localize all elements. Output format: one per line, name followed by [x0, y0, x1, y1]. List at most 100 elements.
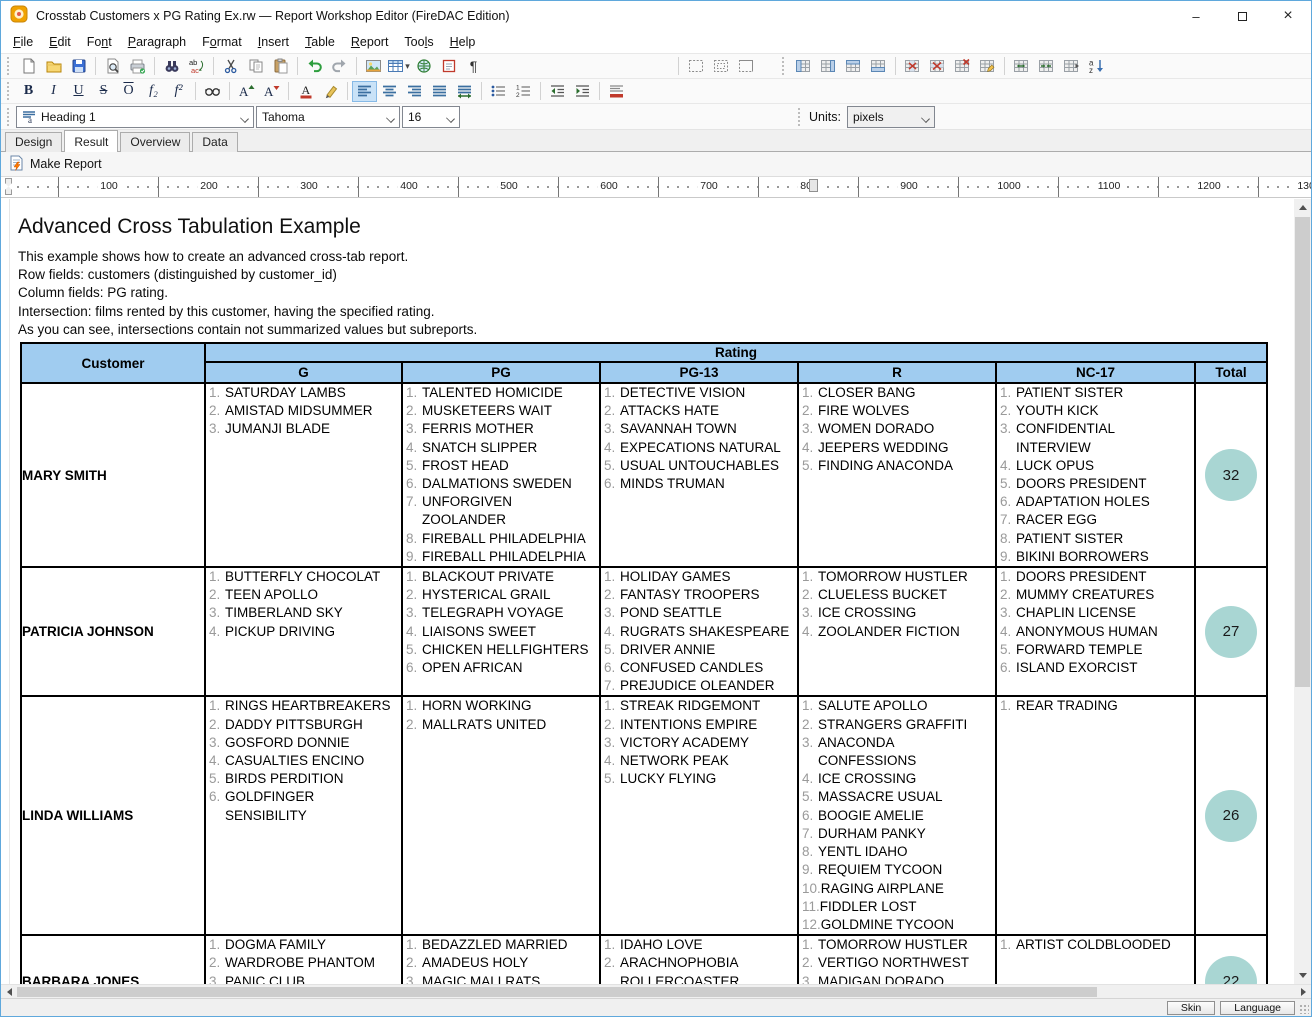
maximize-button[interactable] — [1219, 1, 1265, 31]
close-button[interactable]: × — [1265, 1, 1311, 31]
scroll-up-button[interactable] — [1294, 199, 1311, 216]
table-properties-button[interactable] — [975, 56, 1000, 77]
formatting-marks-button[interactable]: ¶ — [461, 56, 486, 77]
font-family-select[interactable]: Tahoma — [256, 106, 400, 128]
make-report-button[interactable]: Make Report — [30, 157, 102, 171]
italic-button[interactable]: I — [41, 81, 66, 102]
page-border-none-button[interactable] — [683, 56, 708, 77]
page-border-box-button[interactable] — [733, 56, 758, 77]
sort-button[interactable]: az — [1084, 56, 1109, 77]
tab-design[interactable]: Design — [5, 132, 62, 152]
menu-item-edit[interactable]: Edit — [41, 33, 79, 51]
insert-row-above-button[interactable] — [841, 56, 866, 77]
units-label: Units: — [809, 110, 841, 124]
menu-item-help[interactable]: Help — [442, 33, 484, 51]
numbered-list-button[interactable]: 12 — [511, 81, 536, 102]
bold-button[interactable]: B — [16, 81, 41, 102]
grow-font-button[interactable]: A — [234, 81, 259, 102]
hyperlink-button[interactable] — [411, 56, 436, 77]
scroll-right-button[interactable] — [1295, 985, 1311, 999]
highlight-color-button[interactable] — [318, 81, 343, 102]
delete-column-button[interactable] — [900, 56, 925, 77]
delete-row-button[interactable] — [925, 56, 950, 77]
print-button[interactable] — [125, 56, 150, 77]
undo-button[interactable] — [302, 56, 327, 77]
insert-row-below-button[interactable] — [866, 56, 891, 77]
paragraph-style-select[interactable]: a Heading 1 — [16, 106, 254, 128]
superscript-button[interactable]: f² — [166, 81, 191, 102]
align-center-button[interactable] — [377, 81, 402, 102]
underline-button[interactable]: U — [66, 81, 91, 102]
vertical-scroll-thumb[interactable] — [1295, 217, 1310, 687]
toolbar-separator — [481, 82, 482, 100]
toolbar-grip[interactable] — [7, 57, 12, 75]
decrease-indent-button[interactable] — [545, 81, 570, 102]
overline-button[interactable]: O — [116, 81, 141, 102]
film-item: 3.MAGIC MALLRATS — [403, 973, 599, 984]
font-size-select[interactable]: 16 — [402, 106, 460, 128]
minimize-button[interactable]: – — [1173, 1, 1219, 31]
toolbar-grip[interactable] — [782, 57, 787, 75]
page-border-inner-button[interactable] — [708, 56, 733, 77]
menu-item-paragraph[interactable]: Paragraph — [120, 33, 194, 51]
tab-result[interactable]: Result — [64, 130, 118, 152]
paste-button[interactable] — [268, 56, 293, 77]
new-document-button[interactable] — [16, 56, 41, 77]
menu-item-format[interactable]: Format — [194, 33, 250, 51]
tab-overview[interactable]: Overview — [120, 132, 190, 152]
menu-item-tools[interactable]: Tools — [396, 33, 441, 51]
menu-item-font[interactable]: Font — [79, 33, 120, 51]
insert-column-right-button[interactable] — [816, 56, 841, 77]
horizontal-scrollbar[interactable] — [1, 984, 1311, 998]
font-color-button[interactable]: A — [293, 81, 318, 102]
toolbar-grip[interactable] — [798, 108, 803, 126]
save-button[interactable] — [66, 56, 91, 77]
cut-button[interactable] — [218, 56, 243, 77]
find-button[interactable] — [159, 56, 184, 77]
paragraph-color-button[interactable] — [604, 81, 629, 102]
increase-indent-button[interactable] — [570, 81, 595, 102]
align-left-button[interactable] — [352, 81, 377, 102]
film-number: 7. — [604, 677, 620, 695]
align-right-button[interactable] — [402, 81, 427, 102]
insert-column-left-button[interactable] — [791, 56, 816, 77]
menu-item-file[interactable]: File — [5, 33, 41, 51]
scroll-left-button[interactable] — [1, 985, 17, 999]
resize-grip[interactable] — [1299, 1004, 1309, 1014]
copy-button[interactable] — [243, 56, 268, 77]
split-table-button[interactable] — [1059, 56, 1084, 77]
print-preview-button[interactable] — [100, 56, 125, 77]
merge-cells-button[interactable] — [1009, 56, 1034, 77]
units-select[interactable]: pixels — [847, 106, 935, 128]
fit-width-button[interactable] — [452, 81, 477, 102]
ruler-margin-marker[interactable] — [809, 179, 818, 192]
vertical-scrollbar[interactable] — [1294, 199, 1311, 984]
align-justify-button[interactable] — [427, 81, 452, 102]
open-button[interactable] — [41, 56, 66, 77]
shrink-font-button[interactable]: A — [259, 81, 284, 102]
save-icon — [71, 58, 87, 74]
bullet-list-button[interactable] — [486, 81, 511, 102]
split-cells-button[interactable] — [1034, 56, 1059, 77]
menu-item-insert[interactable]: Insert — [250, 33, 297, 51]
film-item: 2.AMADEUS HOLY — [403, 954, 599, 972]
skin-button[interactable]: Skin — [1167, 1001, 1215, 1015]
menu-item-report[interactable]: Report — [343, 33, 397, 51]
menu-item-table[interactable]: Table — [297, 33, 343, 51]
horizontal-scroll-thumb[interactable] — [17, 987, 1097, 997]
replace-button[interactable]: abac — [184, 56, 209, 77]
toolbar-grip[interactable] — [7, 108, 12, 126]
scroll-down-button[interactable] — [1294, 967, 1311, 984]
subscript-button[interactable]: f₂ — [141, 81, 166, 102]
total-cell: 27 — [1195, 567, 1267, 696]
insert-document-button[interactable] — [436, 56, 461, 77]
redo-button[interactable] — [327, 56, 352, 77]
delete-table-button[interactable] — [950, 56, 975, 77]
toolbar-grip[interactable] — [7, 82, 12, 100]
insert-table-button[interactable]: ▾ — [386, 56, 411, 77]
tab-data[interactable]: Data — [192, 132, 237, 152]
strikethrough-button[interactable]: S — [91, 81, 116, 102]
glasses-button[interactable] — [200, 81, 225, 102]
language-button[interactable]: Language — [1220, 1001, 1295, 1015]
insert-image-button[interactable] — [361, 56, 386, 77]
